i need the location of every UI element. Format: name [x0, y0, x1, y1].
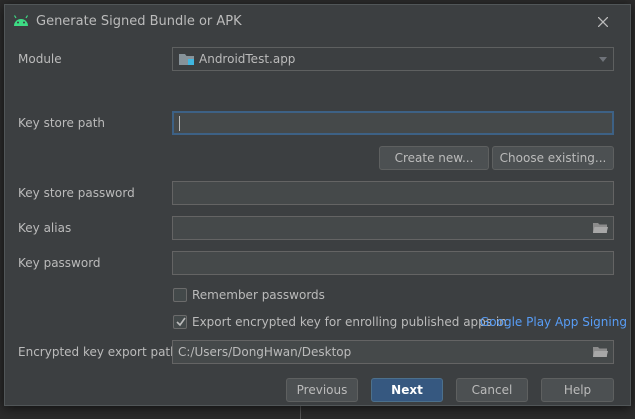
- key-password-field[interactable]: [172, 251, 614, 275]
- folder-browse-icon[interactable]: [593, 222, 608, 234]
- android-icon: [13, 15, 29, 26]
- remember-passwords-label: Remember passwords: [192, 288, 325, 302]
- module-select[interactable]: AndroidTest.app: [172, 47, 614, 71]
- help-button[interactable]: Help: [541, 378, 614, 402]
- folder-browse-icon[interactable]: [593, 346, 608, 358]
- key-store-password-field[interactable]: [172, 181, 614, 205]
- export-path-value: C:/Users/DongHwan/Desktop: [178, 345, 352, 359]
- key-alias-field[interactable]: [172, 216, 614, 240]
- google-play-app-signing-link[interactable]: Google Play App Signing: [480, 315, 627, 329]
- key-store-password-label: Key store password: [18, 186, 135, 200]
- module-value: AndroidTest.app: [199, 52, 296, 66]
- module-label: Module: [18, 52, 62, 66]
- text-caret: [179, 116, 180, 131]
- dialog-titlebar[interactable]: Generate Signed Bundle or APK: [5, 5, 630, 39]
- module-folder-icon: [179, 54, 194, 65]
- generate-signed-bundle-dialog: Generate Signed Bundle or APK Module And…: [4, 4, 631, 406]
- export-encrypted-key-label: Export encrypted key for enrolling publi…: [192, 315, 507, 329]
- close-icon: [598, 17, 608, 27]
- dialog-title: Generate Signed Bundle or APK: [36, 14, 242, 29]
- close-button[interactable]: [595, 14, 611, 30]
- key-store-path-field[interactable]: [172, 111, 614, 135]
- remember-passwords-checkbox[interactable]: [173, 288, 187, 302]
- key-store-path-label: Key store path: [18, 116, 106, 130]
- export-path-field[interactable]: C:/Users/DongHwan/Desktop: [172, 340, 614, 364]
- next-button[interactable]: Next: [371, 378, 443, 402]
- key-password-label: Key password: [18, 256, 101, 270]
- key-alias-label: Key alias: [18, 221, 72, 235]
- choose-existing-button[interactable]: Choose existing...: [492, 146, 614, 170]
- checkmark-icon: [176, 317, 186, 327]
- export-path-label: Encrypted key export path: [18, 345, 178, 359]
- cancel-button[interactable]: Cancel: [456, 378, 528, 402]
- previous-button[interactable]: Previous: [286, 378, 358, 402]
- chevron-down-icon: [599, 57, 607, 62]
- export-encrypted-key-checkbox[interactable]: [173, 315, 187, 329]
- create-new-button[interactable]: Create new...: [379, 146, 489, 170]
